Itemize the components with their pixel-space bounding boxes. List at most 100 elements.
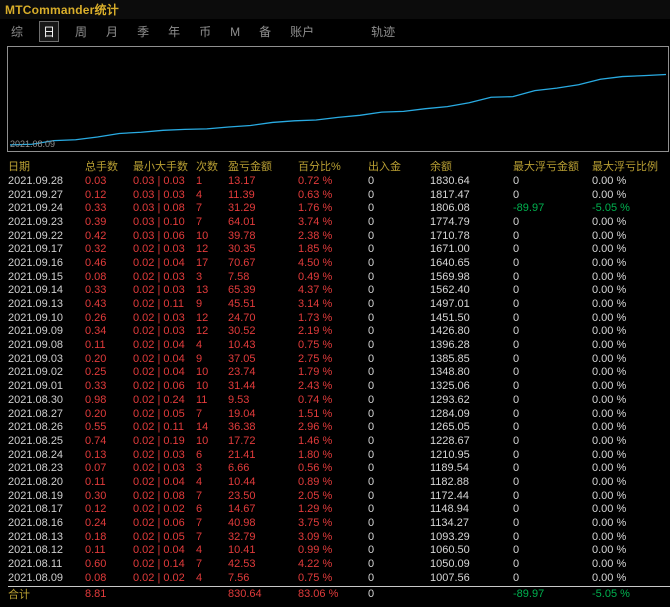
tab-账户[interactable]: 账户 — [287, 22, 317, 41]
equity-curve — [10, 75, 666, 145]
table-cell: 0.46 — [85, 256, 107, 269]
table-row[interactable]: 2021.09.22 0.42 0.03 | 0.06 10 39.78 2.38 % 0 1… — [8, 229, 670, 243]
table-cell: 2021.08.11 — [8, 558, 63, 571]
table-cell: 2021.08.26 — [8, 421, 64, 434]
tab-日[interactable]: 日 — [39, 21, 60, 42]
table-row[interactable]: 2021.09.28 0.03 0.03 | 0.03 1 13.17 0.72 % 0 18… — [8, 174, 670, 188]
column-header: 最小大手数 — [133, 160, 188, 173]
table-row[interactable]: 2021.08.16 0.24 0.02 | 0.06 7 40.98 3.75 % 0 11… — [8, 516, 670, 530]
table-cell: 1671.00 — [430, 243, 470, 256]
table-cell: 0.30 — [85, 489, 107, 502]
table-cell: 0 — [513, 407, 520, 420]
table-cell: 0.00 % — [592, 407, 627, 420]
tab-周[interactable]: 周 — [72, 22, 90, 41]
tab-轨迹[interactable]: 轨迹 — [368, 22, 398, 41]
table-cell: 0 — [513, 243, 520, 256]
table-cell: 0 — [513, 462, 520, 475]
tab-年[interactable]: 年 — [165, 22, 183, 41]
table-cell: 0.56 % — [298, 462, 333, 475]
table-cell: 7 — [196, 407, 203, 420]
table-row[interactable]: 2021.08.19 0.30 0.02 | 0.08 7 23.50 2.05 % 0 11… — [8, 489, 670, 503]
table-row[interactable]: 2021.09.27 0.12 0.03 | 0.03 4 11.39 0.63 % 0 18… — [8, 188, 670, 202]
table-cell: 2021.08.30 — [8, 393, 64, 406]
table-header: 日期 总手数 最小大手数 次数 盈亏金额 百分比% 出入金 余额 最大浮亏金额 最大浮亏比例 — [8, 157, 670, 174]
column-header: 最大浮亏金额 — [513, 160, 579, 173]
table-cell: 0.02 | 0.04 — [133, 544, 185, 557]
table-cell: 2021.09.14 — [8, 284, 64, 297]
table-cell: 0.11 — [85, 339, 106, 352]
table-row[interactable]: 2021.09.14 0.33 0.02 | 0.03 13 65.39 4.37 % 0 1… — [8, 284, 670, 298]
table-row[interactable]: 2021.08.20 0.11 0.02 | 0.04 4 10.44 0.89 % 0 11… — [8, 475, 670, 489]
table-cell: 0.00 % — [592, 366, 627, 379]
table-cell: 1134.27 — [430, 517, 469, 530]
table-row[interactable]: 2021.09.17 0.32 0.02 | 0.03 12 30.35 1.85 % 0 1… — [8, 242, 670, 256]
table-row[interactable]: 2021.08.30 0.98 0.02 | 0.24 11 9.53 0.74 % 0 12… — [8, 393, 670, 407]
table-row[interactable]: 2021.09.03 0.20 0.02 | 0.04 9 37.05 2.75 % 0 13… — [8, 352, 670, 366]
table-cell: 0.00 % — [592, 284, 627, 297]
table-row[interactable]: 2021.08.13 0.18 0.02 | 0.05 7 32.79 3.09 % 0 10… — [8, 530, 670, 544]
table-cell: 1.29 % — [298, 503, 333, 516]
table-cell: 0.02 | 0.04 — [133, 256, 185, 269]
table-cell: 1182.88 — [430, 475, 469, 488]
table-row[interactable]: 2021.09.08 0.11 0.02 | 0.04 4 10.43 0.75 % 0 13… — [8, 338, 670, 352]
table-cell: 0 — [513, 298, 520, 311]
table-cell: 0.55 — [85, 421, 107, 434]
tab-季[interactable]: 季 — [134, 22, 152, 41]
table-footer-cell: 830.64 — [228, 588, 262, 601]
table-row[interactable]: 2021.08.17 0.12 0.02 | 0.02 6 14.67 1.29 % 0 11… — [8, 503, 670, 517]
table-row[interactable]: 2021.09.13 0.43 0.02 | 0.11 9 45.51 3.14 % 0 14… — [8, 297, 670, 311]
tab-综[interactable]: 综 — [8, 22, 26, 41]
table-cell: 12 — [196, 325, 209, 338]
table-cell: 0 — [368, 393, 375, 406]
table-cell: 2.43 % — [298, 380, 333, 393]
table-cell: 21.41 — [228, 448, 256, 461]
table-row[interactable]: 2021.08.23 0.07 0.02 | 0.03 3 6.66 0.56 % 0 118… — [8, 461, 670, 475]
table-cell: 0 — [513, 421, 520, 434]
table-cell: 0 — [513, 448, 520, 461]
table-row[interactable]: 2021.08.12 0.11 0.02 | 0.04 4 10.41 0.99 % 0 10… — [8, 544, 670, 558]
table-cell: 0 — [513, 434, 520, 447]
table-row[interactable]: 2021.09.16 0.46 0.02 | 0.04 17 70.67 4.50 % 0 1… — [8, 256, 670, 270]
table-cell: 1.80 % — [298, 448, 333, 461]
table-row[interactable]: 2021.08.26 0.55 0.02 | 0.11 14 36.38 2.96 % 0 1… — [8, 420, 670, 434]
table-cell: 0.33 — [85, 202, 107, 215]
table-cell: 0 — [513, 229, 520, 242]
tab-备[interactable]: 备 — [256, 22, 274, 41]
table-row[interactable]: 2021.09.09 0.34 0.02 | 0.03 12 30.52 2.19 % 0 1… — [8, 325, 670, 339]
table-cell: 3.09 % — [298, 530, 333, 543]
tab-月[interactable]: 月 — [103, 22, 121, 41]
table-row[interactable]: 2021.08.11 0.60 0.02 | 0.14 7 42.53 4.22 % 0 10… — [8, 557, 670, 571]
table-cell: 0 — [513, 188, 520, 201]
table-row[interactable]: 2021.08.24 0.13 0.02 | 0.03 6 21.41 1.80 % 0 12… — [8, 448, 670, 462]
table-row[interactable]: 2021.09.02 0.25 0.02 | 0.04 10 23.74 1.79 % 0 1… — [8, 366, 670, 380]
table-row[interactable]: 2021.09.01 0.33 0.02 | 0.06 10 31.44 2.43 % 0 1… — [8, 379, 670, 393]
table-cell: 40.98 — [228, 517, 256, 530]
table-cell: 4.50 % — [298, 256, 333, 269]
table-row[interactable]: 2021.08.25 0.74 0.02 | 0.19 10 17.72 1.46 % 0 1… — [8, 434, 670, 448]
table-cell: -89.97 — [513, 202, 545, 215]
table-cell: 3 — [196, 270, 203, 283]
table-cell: 0.00 % — [592, 503, 627, 516]
tab-M[interactable]: M — [227, 24, 243, 40]
table-cell: 23.50 — [228, 489, 256, 502]
table-cell: 0.00 % — [592, 434, 627, 447]
tab-币[interactable]: 币 — [196, 22, 214, 41]
table-cell: 1007.56 — [430, 571, 470, 584]
table-row[interactable]: 2021.09.24 0.33 0.03 | 0.08 7 31.29 1.76 % 0 18… — [8, 201, 670, 215]
table-row[interactable]: 2021.08.27 0.20 0.02 | 0.05 7 19.04 1.51 % 0 12… — [8, 407, 670, 421]
table-cell: 13 — [196, 284, 209, 297]
table-row[interactable]: 2021.09.15 0.08 0.02 | 0.03 3 7.58 0.49 % 0 156… — [8, 270, 670, 284]
table-cell: 0 — [368, 366, 375, 379]
table-row[interactable]: 2021.08.09 0.08 0.02 | 0.02 4 7.56 0.75 % 0 100… — [8, 571, 670, 585]
table-cell: 1640.65 — [430, 256, 470, 269]
table-cell: 1569.98 — [430, 270, 470, 283]
table-row[interactable]: 2021.09.23 0.39 0.03 | 0.10 7 64.01 3.74 % 0 17… — [8, 215, 670, 229]
table-cell: 0.02 | 0.11 — [133, 421, 184, 434]
table-cell: 0.02 | 0.03 — [133, 270, 185, 283]
table-cell: 1.46 % — [298, 434, 333, 447]
table-cell: 0.00 % — [592, 256, 627, 269]
table-cell: 4.22 % — [298, 558, 333, 571]
table-cell: 0 — [513, 325, 520, 338]
table-row[interactable]: 2021.09.10 0.26 0.02 | 0.03 12 24.70 1.73 % 0 1… — [8, 311, 670, 325]
table-cell: 2021.08.13 — [8, 530, 64, 543]
